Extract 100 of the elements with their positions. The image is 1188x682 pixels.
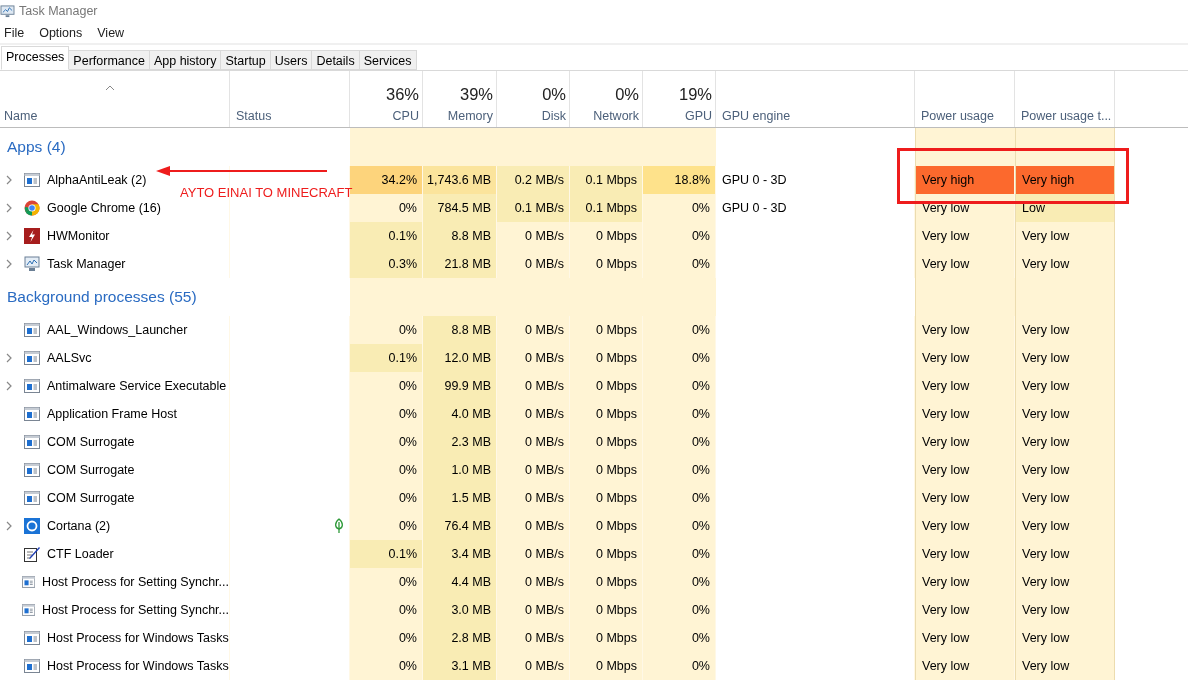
column-header[interactable]: Network — [593, 109, 639, 123]
metric-cell: 0 MB/s — [497, 652, 570, 680]
column-header[interactable]: GPU — [684, 109, 712, 123]
menu-item[interactable]: View — [97, 25, 125, 40]
metric-cell: 0 Mbps — [570, 652, 643, 680]
chevron-icon[interactable] — [6, 381, 12, 391]
column-header[interactable]: Status — [236, 109, 349, 123]
power-trend-cell: Very low — [1015, 484, 1115, 512]
metric-cell: 0% — [643, 222, 716, 250]
metric-cell: 0 MB/s — [497, 568, 570, 596]
metric-cell: 0% — [350, 400, 423, 428]
process-name[interactable]: Host Process for Setting Synchr... — [42, 603, 229, 617]
tab[interactable]: App history — [149, 50, 222, 70]
power-cell: Very low — [915, 456, 1015, 484]
power-trend-cell: Very low — [1015, 456, 1115, 484]
chevron-icon[interactable] — [6, 353, 12, 363]
power-trend-cell: Very low — [1015, 400, 1115, 428]
metric-cell: 0 Mbps — [570, 568, 643, 596]
metric-cell: 4.0 MB — [423, 400, 497, 428]
tab[interactable]: Processes — [1, 46, 70, 70]
metric-cell: 21.8 MB — [423, 250, 497, 278]
chevron-icon[interactable] — [6, 259, 12, 269]
power-trend-cell: Very low — [1015, 222, 1115, 250]
metric-cell: 0% — [350, 456, 423, 484]
menu-item[interactable]: Options — [39, 25, 83, 40]
metric-cell: 0 Mbps — [570, 540, 643, 568]
process-name[interactable]: Antimalware Service Executable — [47, 379, 227, 393]
metric-cell: 0.1% — [350, 540, 423, 568]
metric-cell: 0% — [643, 428, 716, 456]
tab[interactable]: Users — [270, 50, 313, 70]
chevron-icon[interactable] — [6, 231, 12, 241]
metric-cell: 0 MB/s — [497, 428, 570, 456]
column-total: 36% — [385, 85, 419, 104]
column-header[interactable]: GPU engine — [722, 109, 914, 123]
metric-cell: 0.2 MB/s — [497, 166, 570, 194]
metric-cell: 0 MB/s — [497, 512, 570, 540]
metric-cell: 34.2% — [350, 166, 423, 194]
column-total: 19% — [678, 85, 712, 104]
power-cell: Very low — [915, 540, 1015, 568]
metric-cell: 0.1% — [350, 344, 423, 372]
window-icon — [24, 322, 40, 338]
power-cell: Very high — [915, 166, 1015, 194]
process-name[interactable]: AAL_Windows_Launcher — [47, 323, 188, 337]
tab[interactable]: Details — [312, 50, 360, 70]
window-icon — [21, 602, 36, 618]
window-icon — [24, 658, 40, 674]
chevron-icon[interactable] — [6, 203, 12, 213]
process-name[interactable]: AlphaAntiLeak (2) — [47, 173, 147, 187]
window-icon — [24, 490, 40, 506]
process-name[interactable]: Application Frame Host — [47, 407, 177, 421]
monitor-icon — [24, 256, 40, 272]
column-header[interactable]: Power usage — [921, 109, 1014, 123]
metric-cell: 0 MB/s — [497, 540, 570, 568]
metric-cell: 0 Mbps — [570, 596, 643, 624]
process-name[interactable]: HWMonitor — [47, 229, 110, 243]
process-name[interactable]: Host Process for Setting Synchr... — [42, 575, 229, 589]
column-header[interactable]: Name — [4, 109, 229, 123]
chevron-icon[interactable] — [6, 521, 12, 531]
process-name[interactable]: AALSvc — [47, 351, 92, 365]
metric-cell: 0% — [350, 372, 423, 400]
window-icon — [24, 378, 40, 394]
lightning-icon — [24, 228, 40, 244]
power-cell: Very low — [915, 316, 1015, 344]
metric-cell: 0 Mbps — [570, 512, 643, 540]
column-header[interactable]: CPU — [392, 109, 419, 123]
process-name[interactable]: COM Surrogate — [47, 491, 135, 505]
group-title: Apps (4) — [7, 138, 66, 156]
metric-cell: 0.1 MB/s — [497, 194, 570, 222]
process-name[interactable]: Host Process for Windows Tasks — [47, 631, 229, 645]
metric-cell: 0% — [350, 512, 423, 540]
group-title: Background processes (55) — [7, 288, 197, 306]
metric-cell: 0% — [350, 428, 423, 456]
column-header[interactable]: Disk — [541, 109, 566, 123]
metric-cell: 0 MB/s — [497, 484, 570, 512]
metric-cell: 0.1% — [350, 222, 423, 250]
column-header[interactable]: Memory — [447, 109, 493, 123]
pen-icon — [24, 546, 40, 562]
process-name[interactable]: COM Surrogate — [47, 435, 135, 449]
metric-cell: 4.4 MB — [423, 568, 497, 596]
power-cell: Very low — [915, 344, 1015, 372]
metric-cell: 0 Mbps — [570, 344, 643, 372]
process-name[interactable]: Task Manager — [47, 257, 126, 271]
tab[interactable]: Performance — [69, 50, 150, 70]
column-header[interactable]: Power usage t... — [1021, 109, 1114, 123]
power-trend-cell: Very low — [1015, 428, 1115, 456]
power-trend-cell: Very low — [1015, 652, 1115, 680]
process-name[interactable]: CTF Loader — [47, 547, 114, 561]
process-name[interactable]: Google Chrome (16) — [47, 201, 161, 215]
metric-cell: 0 MB/s — [497, 344, 570, 372]
process-name[interactable]: COM Surrogate — [47, 463, 135, 477]
chevron-icon[interactable] — [6, 175, 12, 185]
process-name[interactable]: Cortana (2) — [47, 519, 111, 533]
menu-item[interactable]: File — [4, 25, 25, 40]
tab[interactable]: Services — [359, 50, 417, 70]
metric-cell: 76.4 MB — [423, 512, 497, 540]
column-total: 0% — [542, 85, 566, 104]
power-trend-cell: Very low — [1015, 568, 1115, 596]
process-name[interactable]: Host Process for Windows Tasks — [47, 659, 229, 673]
tab[interactable]: Startup — [221, 50, 271, 70]
window-icon — [24, 462, 40, 478]
